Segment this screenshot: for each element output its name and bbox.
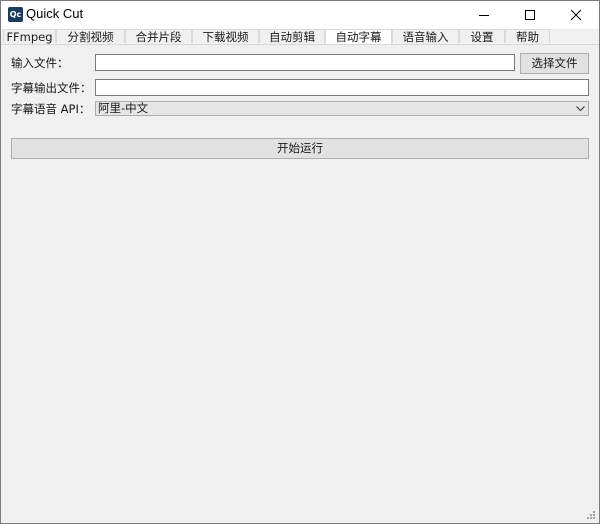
tab-auto-subtitle[interactable]: 自动字幕 (325, 29, 392, 45)
maximize-icon (525, 10, 535, 20)
tab-voice-input[interactable]: 语音输入 (392, 29, 459, 44)
app-logo-icon: Qc (8, 7, 23, 22)
speech-api-selected-value: 阿里-中文 (98, 101, 149, 115)
speech-api-select[interactable]: 阿里-中文 (95, 101, 589, 116)
resize-grip-icon[interactable] (587, 511, 596, 520)
maximize-button[interactable] (507, 1, 553, 29)
start-run-button[interactable]: 开始运行 (11, 138, 589, 159)
app-window: Qc Quick Cut FFmpeg 分割视频 合并片段 下载视频 自动剪辑 … (0, 0, 600, 524)
window-title: Quick Cut (26, 6, 84, 21)
subtitle-output-label: 字幕输出文件： (11, 81, 92, 95)
speech-api-label: 字幕语音 API： (11, 102, 91, 116)
close-icon (570, 9, 582, 21)
tab-help[interactable]: 帮助 (505, 29, 550, 44)
subtitle-output-field[interactable] (95, 79, 589, 96)
minimize-button[interactable] (461, 1, 507, 29)
chevron-down-icon (576, 106, 585, 112)
tab-split-video[interactable]: 分割视频 (56, 29, 125, 44)
tab-settings[interactable]: 设置 (459, 29, 505, 44)
tab-ffmpeg[interactable]: FFmpeg (3, 29, 56, 44)
tab-auto-edit[interactable]: 自动剪辑 (259, 29, 325, 44)
auto-subtitle-panel: 输入文件： 选择文件 字幕输出文件： 字幕语音 API： 阿里-中文 开始运行 (1, 44, 599, 505)
status-bar (1, 505, 599, 523)
choose-file-button[interactable]: 选择文件 (520, 53, 589, 74)
tab-bar: FFmpeg 分割视频 合并片段 下载视频 自动剪辑 自动字幕 语音输入 设置 … (1, 29, 599, 45)
input-file-field[interactable] (95, 54, 515, 71)
input-file-label: 输入文件： (11, 56, 69, 70)
close-button[interactable] (553, 1, 599, 29)
tab-merge-clips[interactable]: 合并片段 (125, 29, 192, 44)
title-bar[interactable]: Qc Quick Cut (1, 1, 599, 29)
tab-download-video[interactable]: 下载视频 (192, 29, 259, 44)
minimize-icon (479, 15, 489, 16)
